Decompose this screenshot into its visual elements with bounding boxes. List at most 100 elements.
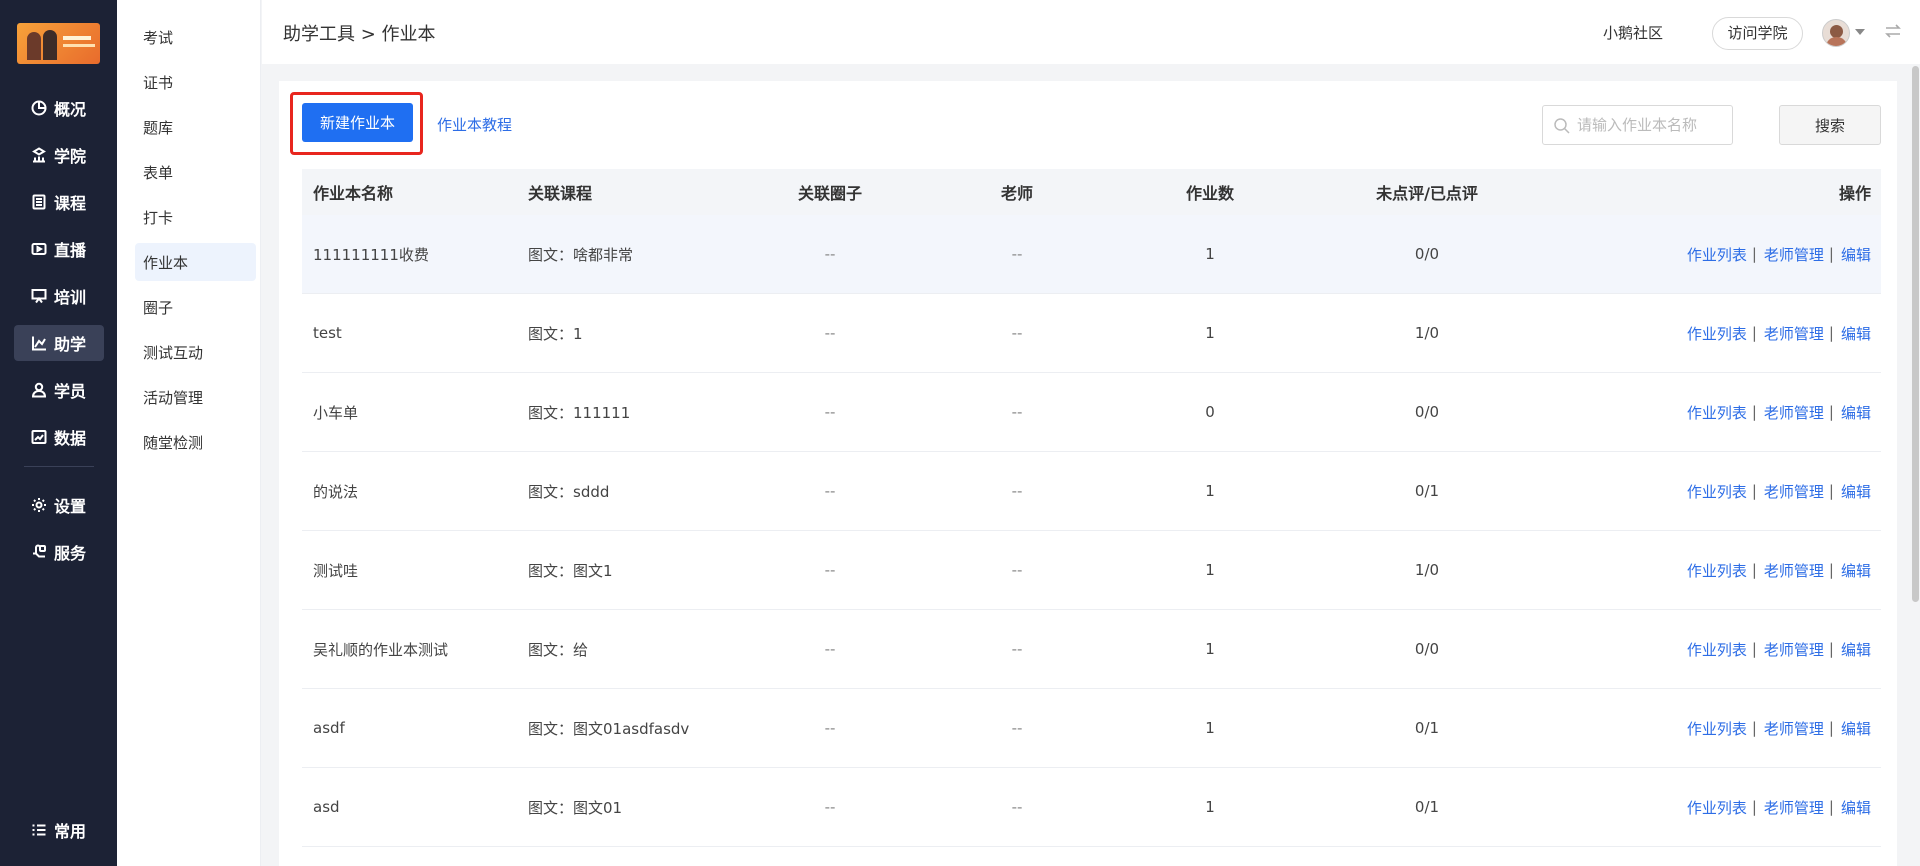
edit-link[interactable]: 编辑	[1841, 244, 1871, 265]
nav-item-label: 数据	[54, 429, 87, 448]
cell-course: 图文：图文01asdfasdv	[528, 719, 690, 738]
edit-link[interactable]: 编辑	[1841, 402, 1871, 423]
cell-count: 1	[1205, 640, 1215, 658]
nav-item-settings[interactable]: 设置	[14, 487, 104, 523]
teacher-manage-link[interactable]: 老师管理	[1764, 560, 1824, 581]
homework-list-link[interactable]: 作业列表	[1687, 639, 1747, 660]
nav-item-course[interactable]: 课程	[14, 184, 104, 220]
edit-link[interactable]: 编辑	[1841, 481, 1871, 502]
nav-item-academy[interactable]: 学院	[14, 137, 104, 173]
cell-teacher: --	[1011, 482, 1023, 500]
community-link[interactable]: 小鹅社区	[1603, 22, 1663, 43]
sub-item-quiz[interactable]: 随堂检测	[135, 423, 256, 461]
ops-separator: |	[1751, 719, 1757, 737]
cell-circle: --	[824, 403, 836, 421]
nav-item-training[interactable]: 培训	[14, 278, 104, 314]
edit-link[interactable]: 编辑	[1841, 797, 1871, 818]
sub-item-checkin[interactable]: 打卡	[135, 198, 256, 236]
academy-logo[interactable]	[17, 23, 100, 64]
cell-ops: 作业列表 | 老师管理 | 编辑	[1687, 373, 1871, 451]
new-homework-button[interactable]: 新建作业本	[302, 103, 413, 142]
ops-separator: |	[1828, 561, 1834, 579]
nav-item-live[interactable]: 直播	[14, 231, 104, 267]
cell-circle: --	[824, 324, 836, 342]
sub-item-certificate[interactable]: 证书	[135, 63, 256, 101]
ops-separator: |	[1828, 324, 1834, 342]
gear-icon	[30, 496, 48, 514]
data-icon	[30, 428, 48, 446]
nav-item-service[interactable]: 服务	[14, 534, 104, 570]
ops-separator: |	[1751, 482, 1757, 500]
teacher-manage-link[interactable]: 老师管理	[1764, 402, 1824, 423]
cell-count: 0	[1205, 403, 1215, 421]
homework-list-link[interactable]: 作业列表	[1687, 402, 1747, 423]
table-row: test 图文：1 -- -- 1 1/0 作业列表 | 老师管理 | 编辑	[302, 294, 1881, 373]
scrollbar-thumb[interactable]	[1912, 66, 1919, 602]
sub-item-exam[interactable]: 考试	[135, 18, 256, 56]
ops-separator: |	[1751, 403, 1757, 421]
cell-count: 1	[1205, 719, 1215, 737]
teacher-manage-link[interactable]: 老师管理	[1764, 797, 1824, 818]
nav-item-overview[interactable]: 概况	[14, 90, 104, 126]
teacher-manage-link[interactable]: 老师管理	[1764, 718, 1824, 739]
edit-link[interactable]: 编辑	[1841, 718, 1871, 739]
edit-link[interactable]: 编辑	[1841, 323, 1871, 344]
sub-item-activity[interactable]: 活动管理	[135, 378, 256, 416]
cell-course: 图文：1	[528, 324, 583, 343]
chevron-down-icon[interactable]	[1855, 29, 1865, 35]
cell-review: 0/0	[1414, 245, 1440, 263]
cell-teacher: --	[1011, 324, 1023, 342]
homework-list-link[interactable]: 作业列表	[1687, 481, 1747, 502]
homework-list-link[interactable]: 作业列表	[1687, 244, 1747, 265]
edit-link[interactable]: 编辑	[1841, 639, 1871, 660]
search-button[interactable]: 搜索	[1779, 105, 1881, 145]
table-row: 测试哇 图文：图文1 -- -- 1 1/0 作业列表 | 老师管理 | 编辑	[302, 531, 1881, 610]
sub-item-circle[interactable]: 圈子	[135, 288, 256, 326]
academy-icon	[30, 146, 48, 164]
cell-course: 图文：111111	[528, 403, 631, 422]
table-row: 的说法 图文：sddd -- -- 1 0/1 作业列表 | 老师管理 | 编辑	[302, 452, 1881, 531]
visit-academy-button[interactable]: 访问学院	[1712, 17, 1803, 50]
sub-item-question-bank[interactable]: 题库	[135, 108, 256, 146]
sub-item-form[interactable]: 表单	[135, 153, 256, 191]
homework-list-link[interactable]: 作业列表	[1687, 323, 1747, 344]
ops-separator: |	[1828, 245, 1834, 263]
table-row: asd 图文：图文01 -- -- 1 0/1 作业列表 | 老师管理 | 编辑	[302, 768, 1881, 847]
teacher-manage-link[interactable]: 老师管理	[1764, 639, 1824, 660]
nav-item-label: 学院	[54, 147, 87, 166]
nav-item-student[interactable]: 学员	[14, 372, 104, 408]
cell-teacher: --	[1011, 561, 1023, 579]
sub-item-homework[interactable]: 作业本	[135, 243, 256, 281]
teacher-manage-link[interactable]: 老师管理	[1764, 481, 1824, 502]
teacher-manage-link[interactable]: 老师管理	[1764, 323, 1824, 344]
header-name: 作业本名称	[313, 184, 394, 203]
nav-item-frequent[interactable]: 常用	[14, 812, 104, 848]
ops-separator: |	[1828, 640, 1834, 658]
search-input[interactable]	[1577, 114, 1727, 136]
homework-list-link[interactable]: 作业列表	[1687, 718, 1747, 739]
homework-list-link[interactable]: 作业列表	[1687, 560, 1747, 581]
switch-icon[interactable]	[1883, 22, 1903, 40]
homework-tutorial-link[interactable]: 作业本教程	[437, 114, 512, 135]
teacher-manage-link[interactable]: 老师管理	[1764, 244, 1824, 265]
homework-table: 作业本名称 关联课程 关联圈子 老师 作业数 未点评/已点评 操作 111111…	[302, 169, 1881, 847]
nav-item-data[interactable]: 数据	[14, 419, 104, 455]
top-bar: 助学工具 > 作业本 小鹅社区 访问学院	[262, 0, 1920, 64]
cell-name: 吴礼顺的作业本测试	[313, 640, 449, 659]
cell-count: 1	[1205, 324, 1215, 342]
main-nav: 概况 学院 课程 直播 培训 助学 学员 数据 设置 服务 常用	[0, 0, 117, 866]
edit-link[interactable]: 编辑	[1841, 560, 1871, 581]
cell-course: 图文：给	[528, 640, 589, 659]
ops-separator: |	[1828, 482, 1834, 500]
homework-list-link[interactable]: 作业列表	[1687, 797, 1747, 818]
nav-item-label: 课程	[54, 194, 87, 213]
nav-item-assist[interactable]: 助学	[14, 325, 104, 361]
cell-teacher: --	[1011, 798, 1023, 816]
sub-item-test-interaction[interactable]: 测试互动	[135, 333, 256, 371]
avatar[interactable]	[1822, 19, 1850, 47]
training-icon	[30, 287, 48, 305]
service-icon	[30, 543, 48, 561]
ops-separator: |	[1828, 403, 1834, 421]
homework-card: 新建作业本 作业本教程 搜索 作业本名称 关联课程 关联圈子 老师 作业数 未点…	[279, 81, 1897, 866]
nav-item-label: 学员	[54, 382, 87, 401]
